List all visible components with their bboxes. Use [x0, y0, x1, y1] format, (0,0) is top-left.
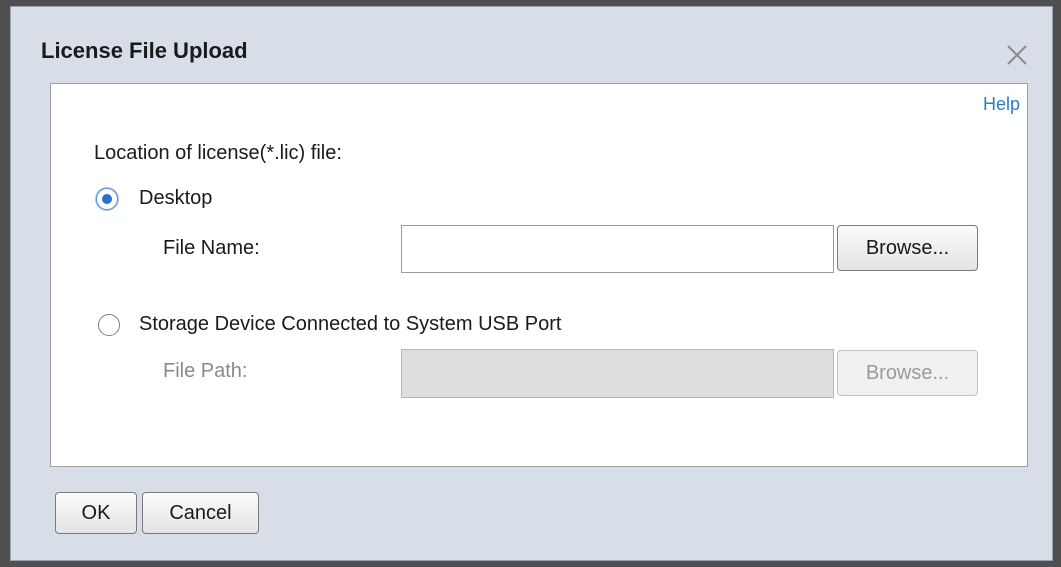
- cancel-button[interactable]: Cancel: [142, 492, 259, 534]
- file-name-input[interactable]: [401, 225, 834, 273]
- usb-storage-radio[interactable]: [98, 314, 120, 336]
- usb-storage-radio-label[interactable]: Storage Device Connected to System USB P…: [139, 313, 561, 336]
- close-icon: [1007, 45, 1027, 65]
- desktop-radio[interactable]: [96, 188, 118, 210]
- desktop-browse-button[interactable]: Browse...: [837, 225, 978, 271]
- help-link[interactable]: Help: [983, 94, 1020, 115]
- file-path-input[interactable]: [401, 349, 834, 398]
- file-name-label: File Name:: [163, 237, 260, 259]
- dialog-title: License File Upload: [41, 38, 248, 63]
- usb-browse-button[interactable]: Browse...: [837, 350, 978, 396]
- dialog-content-panel: [50, 83, 1028, 467]
- ok-button[interactable]: OK: [55, 492, 137, 534]
- close-button[interactable]: [1000, 38, 1034, 72]
- desktop-radio-label[interactable]: Desktop: [139, 187, 212, 210]
- radio-selected-dot: [102, 194, 112, 204]
- file-path-label: File Path:: [163, 360, 248, 382]
- location-label: Location of license(*.lic) file:: [94, 142, 342, 164]
